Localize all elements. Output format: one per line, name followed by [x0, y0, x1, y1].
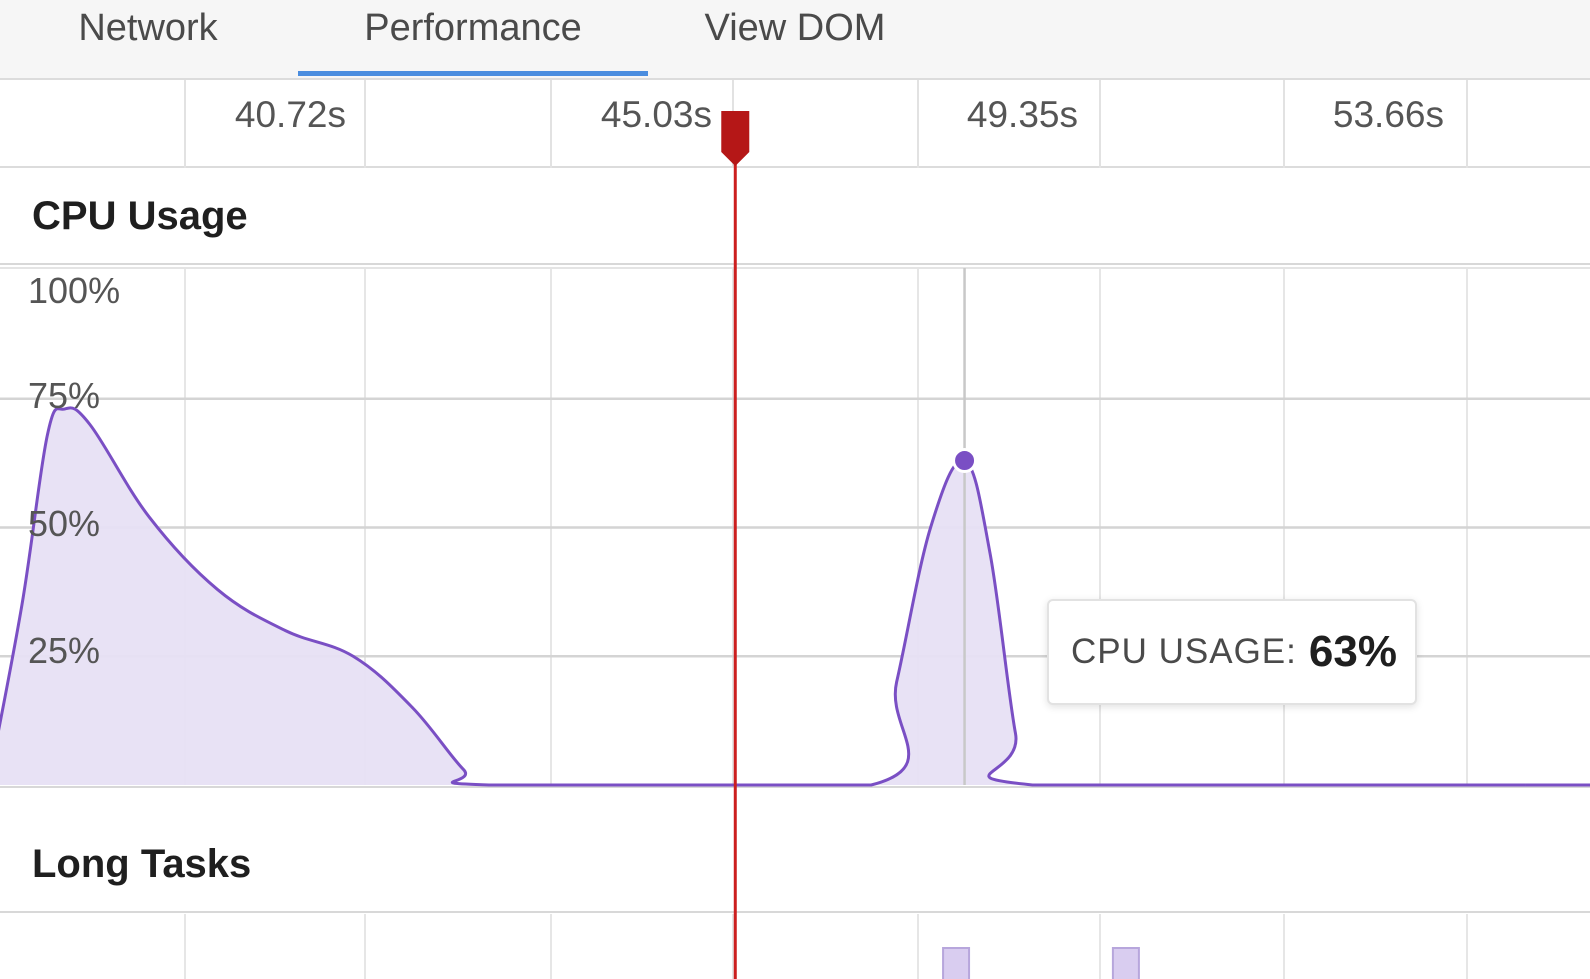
- y-tick-label: 75%: [28, 375, 101, 416]
- cpu-usage-chart[interactable]: [0, 0, 1590, 979]
- cpu-usage-tooltip: CPU USAGE: 63%: [1047, 599, 1417, 705]
- y-tick-label: 50%: [28, 503, 101, 544]
- long-task-block: [942, 947, 971, 979]
- y-tick-label: 25%: [28, 630, 101, 671]
- tooltip-label: CPU USAGE:: [1071, 632, 1297, 671]
- playhead-marker-icon[interactable]: [721, 111, 750, 166]
- cpu-usage-area: [0, 407, 1526, 786]
- y-tick-label: 100%: [28, 270, 121, 311]
- tooltip-value: 63%: [1308, 627, 1397, 676]
- cpu-highlight-point: [952, 448, 978, 474]
- long-task-block: [1111, 947, 1140, 979]
